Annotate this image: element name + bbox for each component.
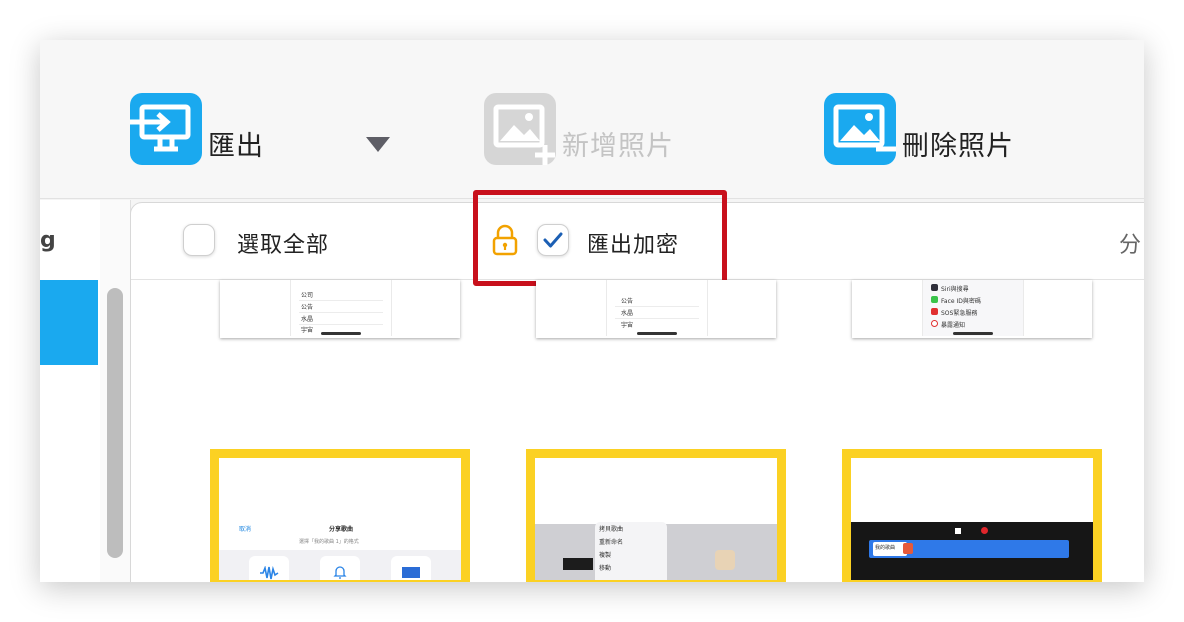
add-photo-button[interactable]: 新增照片: [484, 93, 674, 165]
delete-photo-button[interactable]: 刪除照片: [824, 93, 1014, 165]
photo-thumbnail[interactable]: 公告 水晶 宇宙: [536, 280, 776, 338]
selected-photo-card[interactable]: 取消 分享歌曲 選擇「我的歌曲 1」的格式: [210, 449, 470, 582]
bell-icon: [333, 566, 347, 579]
thumbnail-text: 暴露通知: [941, 322, 966, 329]
thumbnail-text: 水晶: [621, 310, 634, 317]
photo-thumbnail[interactable]: 公司 公告 水晶 宇宙: [220, 280, 460, 338]
thumbnail-text: 我的歌曲: [875, 545, 896, 551]
thumbnail-text: 移動: [599, 565, 612, 572]
panel-header-cutoff-label: 分: [1119, 233, 1143, 258]
app-window: 匯出 新增照片 刪除照片 g 選取全部 匯出加密 分 公司 公告 水晶 宇宙 公…: [40, 40, 1144, 582]
thumbnail-text: 水晶: [301, 316, 314, 323]
delete-photo-icon: [824, 93, 896, 165]
thumbnail-text: 拷貝歌曲: [599, 526, 624, 533]
add-photo-label: 新增照片: [562, 130, 674, 162]
sidebar: g: [40, 200, 101, 582]
scrollbar-thumb[interactable]: [107, 288, 123, 558]
waveform-icon: [260, 566, 279, 580]
export-label: 匯出: [208, 130, 264, 162]
sidebar-item-selected[interactable]: [40, 280, 98, 365]
thumbnail-text: Siri與搜尋: [941, 286, 969, 293]
select-all-label[interactable]: 選取全部: [237, 227, 329, 259]
table-grid-icon: [402, 567, 420, 578]
sidebar-scrollbar[interactable]: [100, 200, 131, 582]
photo-thumbnail[interactable]: Siri與搜尋 Face ID與密碼 SOS緊急服務 暴露通知: [852, 280, 1092, 338]
thumbnail-text: 取消: [239, 526, 252, 533]
thumbnail-screen: 公司 公告 水晶 宇宙: [290, 280, 392, 336]
thumbnail-screen: 公告 水晶 宇宙: [606, 280, 708, 336]
toolbar: 匯出 新增照片 刪除照片: [40, 40, 1144, 199]
add-photo-icon: [484, 93, 556, 165]
thumbnail-text: 宇宙: [621, 322, 634, 329]
export-screen-icon: [130, 93, 202, 165]
export-button[interactable]: 匯出: [130, 93, 264, 165]
thumbnail-text: 重新命名: [599, 539, 624, 546]
encrypt-highlight-annotation: [473, 190, 727, 286]
thumbnail-text: 公司: [301, 292, 314, 299]
dropdown-triangle-icon[interactable]: [366, 137, 390, 152]
selected-photo-card[interactable]: 我的歌曲: [842, 449, 1102, 582]
thumbnail-text: Face ID與密碼: [941, 298, 981, 305]
thumbnail-text: 公告: [621, 298, 634, 305]
selected-photo-card[interactable]: 拷貝歌曲 重新命名 複製 移動: [526, 449, 786, 582]
thumbnail-text: 宇宙: [301, 327, 314, 334]
sidebar-header-fragment: g: [40, 228, 56, 253]
thumbnail-text: SOS緊急服務: [941, 310, 978, 317]
thumbnail-screen: Siri與搜尋 Face ID與密碼 SOS緊急服務 暴露通知: [922, 280, 1024, 336]
delete-photo-label: 刪除照片: [902, 130, 1014, 162]
thumbnail-text: 公告: [301, 304, 314, 311]
thumbnail-text: 複製: [599, 552, 612, 559]
select-all-checkbox[interactable]: [183, 224, 215, 256]
thumbnail-text: 選擇「我的歌曲 1」的格式: [299, 539, 359, 545]
thumbnail-text: 分享歌曲: [329, 526, 354, 533]
